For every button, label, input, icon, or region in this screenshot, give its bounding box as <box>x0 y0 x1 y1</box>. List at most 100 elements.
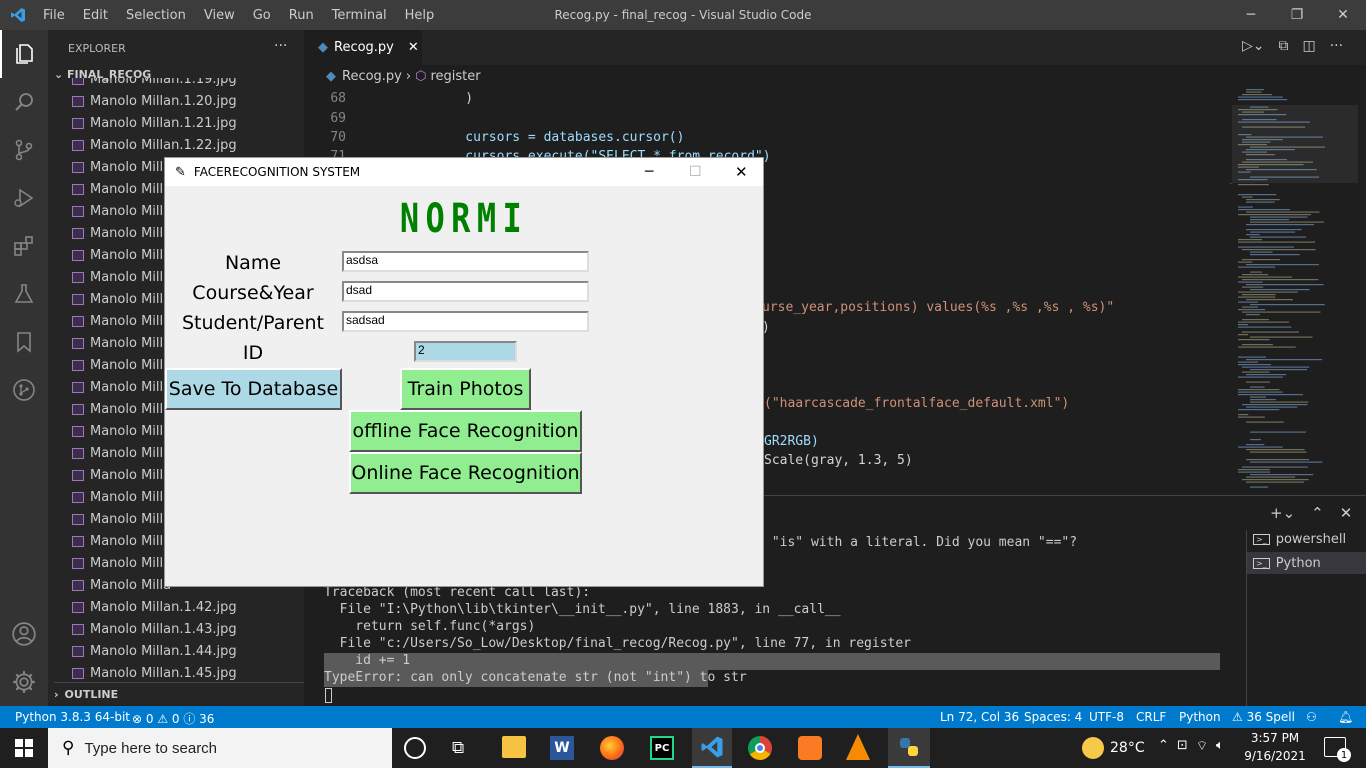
notifications-bell-icon[interactable]: 🔔︎ <box>1338 710 1353 724</box>
id-input[interactable]: 2 <box>414 341 517 362</box>
git-graph-icon[interactable] <box>0 366 48 414</box>
indentation[interactable]: Spaces: 4 <box>1024 710 1082 724</box>
code-line[interactable]: ) <box>434 91 473 106</box>
minimap-viewport[interactable] <box>1232 105 1358 183</box>
close-icon[interactable]: ✕ <box>1320 0 1366 30</box>
end-of-line[interactable]: CRLF <box>1136 710 1166 724</box>
minimize-icon[interactable]: ─ <box>1228 0 1274 30</box>
file-item[interactable]: Manolo Milla <box>72 200 171 222</box>
vscode-taskbar-icon[interactable] <box>692 728 732 768</box>
code-fragment[interactable]: ("haarcascade_frontalface_default.xml") <box>764 396 1069 411</box>
course-year-input[interactable]: dsad <box>342 281 589 302</box>
tk-minimize-icon[interactable]: ─ <box>645 164 653 180</box>
maximize-panel-icon[interactable]: ⌃ <box>1311 504 1324 522</box>
notification-center-icon[interactable]: 1 <box>1324 737 1351 762</box>
settings-gear-icon[interactable] <box>0 658 48 706</box>
split-editor-icon[interactable]: ◫ <box>1303 38 1316 54</box>
run-debug-icon[interactable] <box>0 174 48 222</box>
chrome-icon[interactable] <box>748 736 772 760</box>
file-item[interactable]: Manolo Milla <box>72 354 171 376</box>
file-explorer-icon[interactable] <box>502 736 526 758</box>
online-face-recognition-button[interactable]: Online Face Recognition <box>349 452 582 494</box>
file-item[interactable]: Manolo Millan.1.44.jpg <box>72 640 237 662</box>
live-share-icon[interactable]: ⚇ <box>1306 710 1317 724</box>
xampp-icon[interactable] <box>798 736 822 760</box>
close-panel-icon[interactable]: ✕ <box>1340 504 1353 522</box>
more-actions-icon[interactable]: ··· <box>1330 38 1343 54</box>
file-item[interactable]: Manolo Milla <box>72 310 171 332</box>
source-control-icon[interactable] <box>0 126 48 174</box>
name-input[interactable]: asdsa <box>342 251 589 272</box>
new-terminal-icon[interactable]: +⌄ <box>1270 504 1295 522</box>
python-interpreter[interactable]: Python 3.8.3 64-bit <box>15 710 130 724</box>
cortana-icon[interactable] <box>404 737 426 759</box>
encoding[interactable]: UTF-8 <box>1089 710 1124 724</box>
file-item[interactable]: Manolo Milla <box>72 266 171 288</box>
file-item[interactable]: Manolo Milla <box>72 552 171 574</box>
file-item[interactable]: Manolo Milla <box>72 332 171 354</box>
vlc-icon[interactable] <box>846 734 870 760</box>
code-line[interactable]: cursors = databases.cursor() <box>434 130 684 145</box>
menu-go[interactable]: Go <box>244 8 280 23</box>
code-fragment[interactable]: GR2RGB) <box>764 434 819 449</box>
volume-icon[interactable]: 🔈︎ <box>1216 738 1224 754</box>
bookmark-icon[interactable] <box>0 318 48 366</box>
restore-icon[interactable]: ❐ <box>1274 0 1320 30</box>
file-item[interactable]: Manolo Milla <box>72 486 171 508</box>
python-taskbar-icon[interactable] <box>888 728 930 768</box>
search-icon[interactable] <box>0 78 48 126</box>
minimap[interactable] <box>1232 87 1366 492</box>
code-fragment[interactable]: urse_year,positions) values(%s ,%s ,%s ,… <box>762 300 1114 315</box>
problems-count[interactable]: ⊗ 0 ⚠ 0 ⓘ 36 <box>132 710 214 727</box>
file-item[interactable]: Manolo Milla <box>72 398 171 420</box>
menu-view[interactable]: View <box>195 8 244 23</box>
save-to-database-button[interactable]: Save To Database <box>165 368 342 410</box>
file-item[interactable]: Manolo Millan.1.19.jpg <box>72 78 237 90</box>
network-icon[interactable]: ⊡ <box>1177 738 1188 754</box>
menu-file[interactable]: File <box>34 8 74 23</box>
menu-help[interactable]: Help <box>396 8 444 23</box>
train-photos-button[interactable]: Train Photos <box>400 368 531 410</box>
terminal-powershell[interactable]: >_ powershell <box>1253 532 1346 547</box>
cursor-position[interactable]: Ln 72, Col 36 <box>940 710 1019 724</box>
task-view-icon[interactable]: ⧉ <box>452 738 464 758</box>
menu-edit[interactable]: Edit <box>74 8 117 23</box>
account-icon[interactable] <box>0 610 48 658</box>
file-item[interactable]: Manolo Milla <box>72 420 171 442</box>
file-item[interactable]: Manolo Milla <box>72 244 171 266</box>
file-item[interactable]: Manolo Millan.1.45.jpg <box>72 662 237 682</box>
clock-time[interactable]: 3:57 PM <box>1240 731 1310 745</box>
run-python-icon[interactable]: ▷⌄ <box>1242 38 1265 54</box>
windows-start-icon[interactable] <box>0 728 48 768</box>
file-item[interactable]: Manolo Milla <box>72 156 171 178</box>
breadcrumb-symbol[interactable]: register <box>430 69 480 84</box>
file-item[interactable]: Manolo Millan.1.42.jpg <box>72 596 237 618</box>
file-item[interactable]: Manolo Milla <box>72 464 171 486</box>
wifi-icon[interactable]: ⌔ <box>1196 738 1208 754</box>
extensions-icon[interactable] <box>0 222 48 270</box>
chevron-up-icon[interactable]: ⌃ <box>1158 738 1169 754</box>
file-item[interactable]: Manolo Milla <box>72 530 171 552</box>
offline-face-recognition-button[interactable]: offline Face Recognition <box>349 410 582 452</box>
file-item[interactable]: Manolo Milla <box>72 508 171 530</box>
file-item[interactable]: Manolo Milla <box>72 574 171 596</box>
tk-maximize-icon[interactable]: ☐ <box>689 164 702 180</box>
student-parent-input[interactable]: sadsad <box>342 311 589 332</box>
file-item[interactable]: Manolo Millan.1.21.jpg <box>72 112 237 134</box>
tab-recog-py[interactable]: ◆ Recog.py ✕ <box>304 30 422 65</box>
file-item[interactable]: Manolo Milla <box>72 222 171 244</box>
taskbar-search[interactable]: ⚲ Type here to search <box>48 728 392 768</box>
file-item[interactable]: Manolo Millan.1.43.jpg <box>72 618 237 640</box>
clock-date[interactable]: 9/16/2021 <box>1240 749 1310 763</box>
menu-terminal[interactable]: Terminal <box>323 8 396 23</box>
word-icon[interactable]: W <box>550 736 574 760</box>
menu-selection[interactable]: Selection <box>117 8 195 23</box>
breadcrumb-file[interactable]: Recog.py <box>342 69 402 84</box>
tk-close-icon[interactable]: ✕ <box>735 163 748 181</box>
pycharm-icon[interactable]: PC <box>650 736 674 760</box>
firefox-icon[interactable] <box>600 736 624 760</box>
terminal-python[interactable]: >_ Python <box>1247 552 1366 574</box>
explorer-icon[interactable] <box>0 30 48 78</box>
spell-check[interactable]: ⚠ 36 Spell <box>1232 710 1295 724</box>
tab-close-icon[interactable]: ✕ <box>408 40 419 55</box>
